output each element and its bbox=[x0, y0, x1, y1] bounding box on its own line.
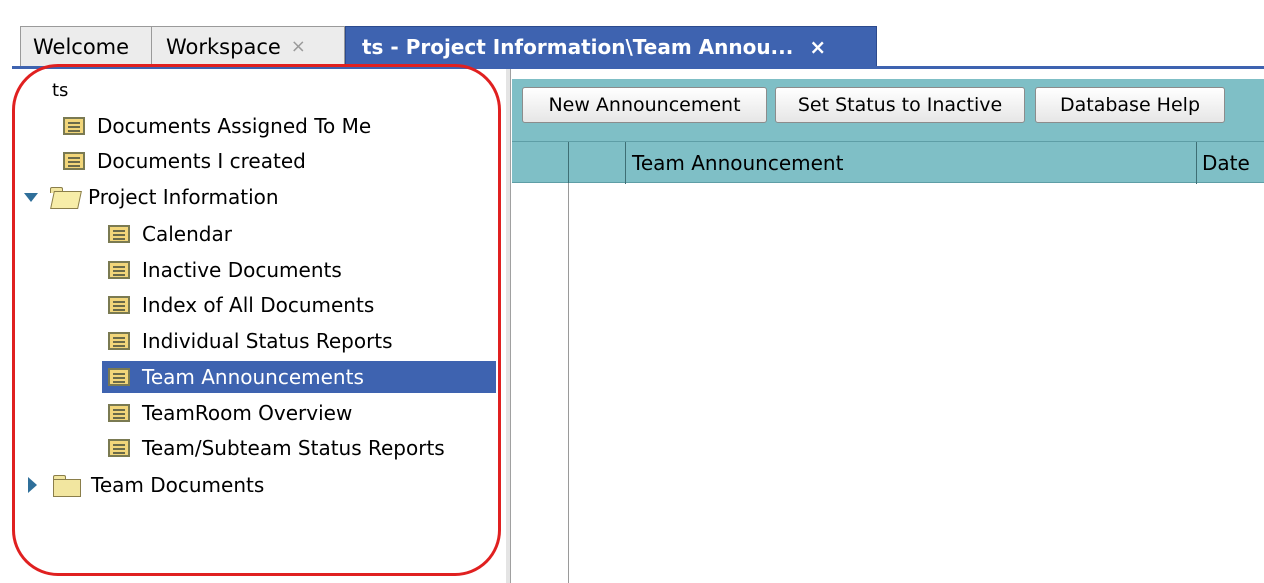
nav-item-documents-i-created[interactable]: Documents I created bbox=[63, 145, 306, 177]
column-date[interactable]: Date bbox=[1202, 151, 1250, 175]
nav-item-team-announcements[interactable]: Team Announcements bbox=[102, 361, 496, 393]
folder-icon bbox=[53, 475, 81, 497]
nav-item-documents-assigned-to-me[interactable]: Documents Assigned To Me bbox=[63, 110, 371, 142]
tab-label: Welcome bbox=[33, 34, 130, 59]
tab-label: Workspace bbox=[166, 34, 281, 59]
nav-item-label: Team/Subteam Status Reports bbox=[142, 436, 445, 460]
nav-item-teamroom-overview[interactable]: TeamRoom Overview bbox=[108, 397, 352, 429]
nav-item-individual-status-reports[interactable]: Individual Status Reports bbox=[108, 325, 393, 357]
database-help-button[interactable]: Database Help bbox=[1035, 87, 1225, 123]
folder-open-icon bbox=[50, 187, 76, 207]
view-icon bbox=[108, 296, 130, 314]
view-icon bbox=[108, 439, 130, 457]
tab-workspace[interactable]: Workspace × bbox=[152, 26, 345, 66]
column-guide-line bbox=[568, 183, 569, 583]
nav-item-label: Index of All Documents bbox=[142, 293, 375, 317]
nav-item-label: Project Information bbox=[88, 185, 279, 209]
tab-team-announcements[interactable]: ts - Project Information\Team Annou... × bbox=[345, 26, 877, 66]
nav-item-label: TeamRoom Overview bbox=[142, 401, 353, 425]
close-icon[interactable]: × bbox=[809, 35, 826, 59]
pane-splitter[interactable] bbox=[506, 69, 511, 583]
nav-folder-project-information[interactable]: Project Information bbox=[24, 181, 279, 213]
action-bar: New Announcement Set Status to Inactive … bbox=[512, 79, 1264, 141]
expand-down-icon[interactable] bbox=[24, 192, 38, 202]
view-content: New Announcement Set Status to Inactive … bbox=[512, 69, 1264, 583]
tree-root-label: ts bbox=[52, 80, 69, 101]
nav-item-index-of-all-documents[interactable]: Index of All Documents bbox=[108, 289, 374, 321]
nav-item-label: Calendar bbox=[142, 222, 232, 246]
view-icon bbox=[108, 332, 130, 350]
nav-folder-team-documents[interactable]: Team Documents bbox=[28, 469, 264, 501]
new-announcement-button[interactable]: New Announcement bbox=[522, 87, 767, 123]
view-column-header: Team Announcement Date bbox=[512, 141, 1264, 184]
nav-item-label: Individual Status Reports bbox=[142, 329, 393, 353]
view-icon bbox=[63, 117, 85, 135]
view-icon bbox=[108, 225, 130, 243]
view-icon bbox=[108, 261, 130, 279]
column-separator[interactable] bbox=[1196, 142, 1197, 184]
tab-label: ts - Project Information\Team Annou... bbox=[362, 34, 794, 59]
expand-right-icon[interactable] bbox=[28, 477, 37, 493]
nav-item-label: Documents I created bbox=[97, 149, 306, 173]
nav-item-label: Inactive Documents bbox=[142, 258, 342, 282]
close-icon[interactable]: × bbox=[291, 36, 306, 57]
nav-item-team-subteam-status-reports[interactable]: Team/Subteam Status Reports bbox=[108, 432, 445, 464]
column-team-announcement[interactable]: Team Announcement bbox=[632, 151, 843, 175]
nav-item-calendar[interactable]: Calendar bbox=[108, 218, 232, 250]
set-status-inactive-button[interactable]: Set Status to Inactive bbox=[775, 87, 1025, 123]
view-icon bbox=[63, 152, 85, 170]
nav-item-label: Team Documents bbox=[91, 473, 265, 497]
nav-item-label: Documents Assigned To Me bbox=[97, 114, 372, 138]
nav-item-label: Team Announcements bbox=[142, 365, 364, 389]
tab-welcome[interactable]: Welcome bbox=[20, 26, 152, 66]
nav-item-inactive-documents[interactable]: Inactive Documents bbox=[108, 254, 342, 286]
column-separator[interactable] bbox=[568, 142, 569, 184]
column-separator[interactable] bbox=[625, 142, 626, 184]
view-icon bbox=[108, 404, 130, 422]
view-icon bbox=[108, 368, 130, 386]
tab-bar: Welcome Workspace × ts - Project Informa… bbox=[0, 0, 1264, 69]
